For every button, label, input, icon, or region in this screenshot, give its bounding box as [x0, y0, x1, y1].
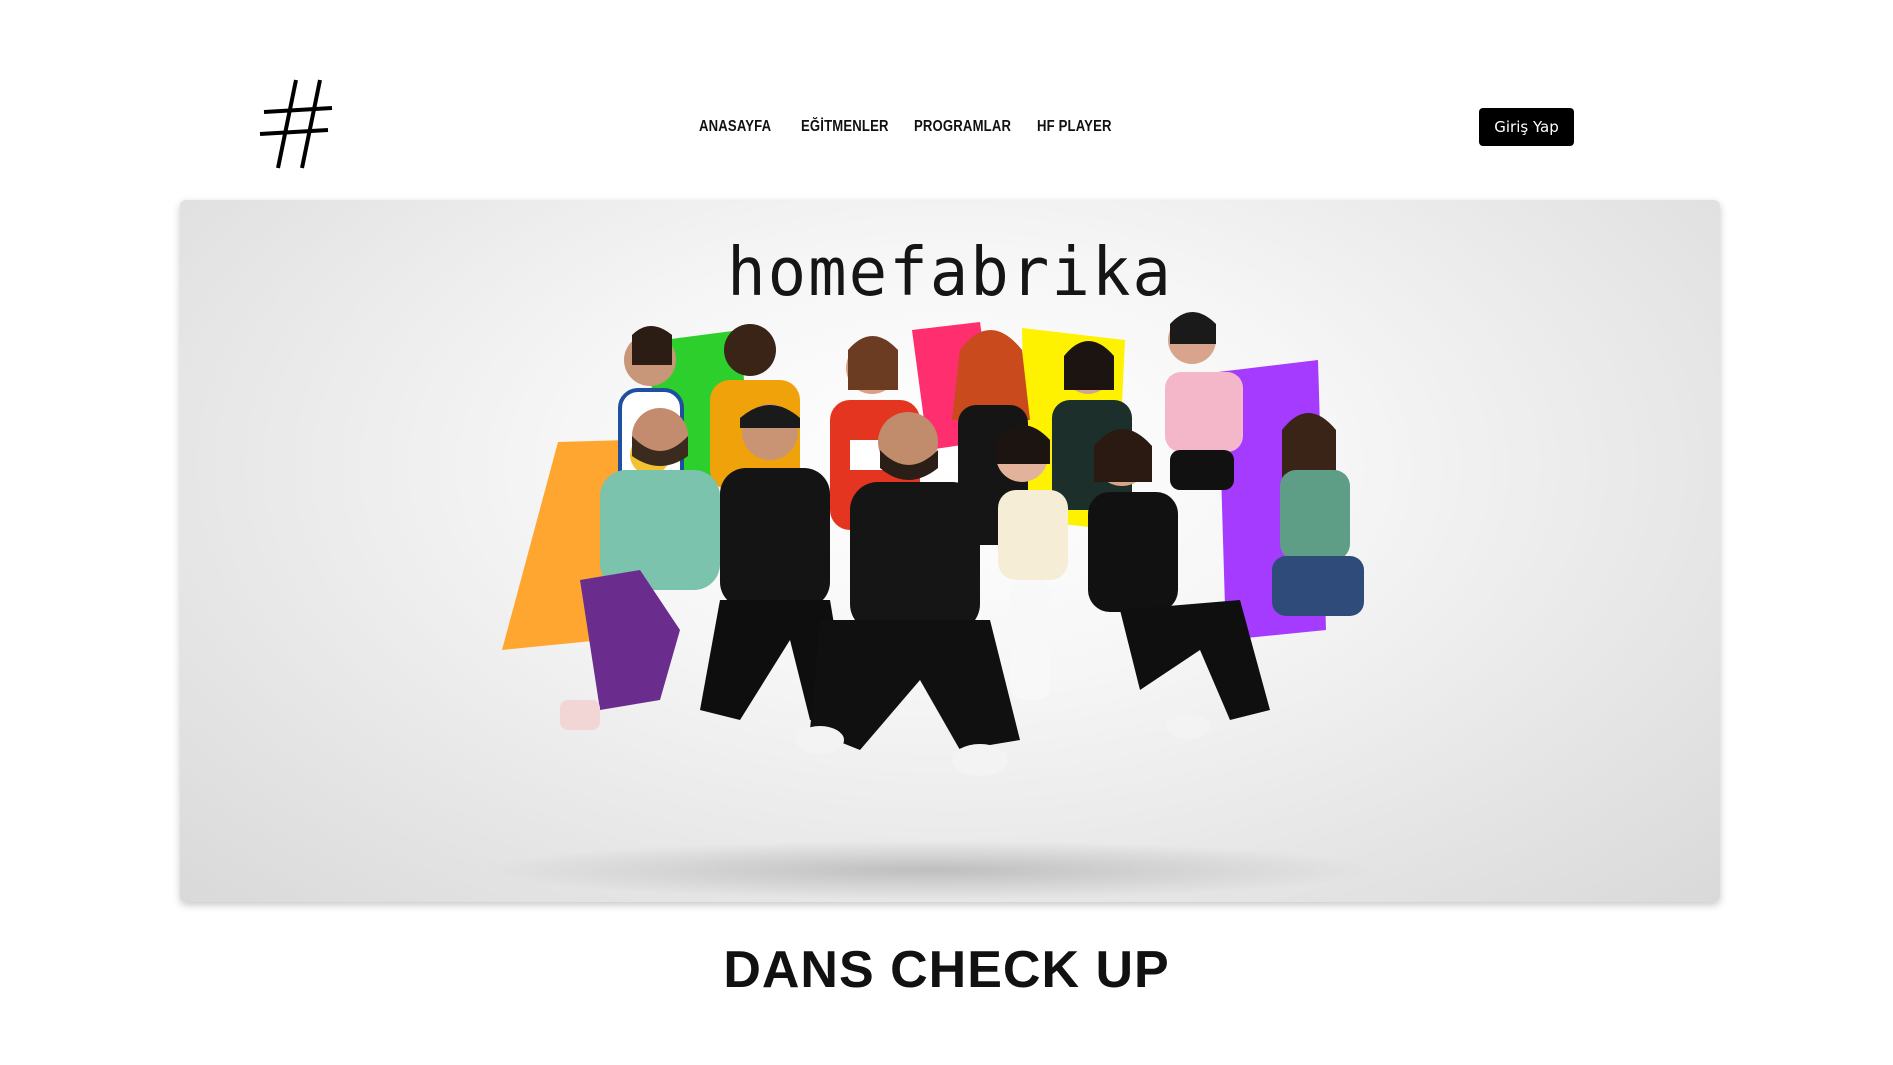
- nav-item-anasayfa[interactable]: ANASAYFA: [699, 118, 771, 136]
- dancer-back-7: [1272, 413, 1364, 616]
- dancers-group-image: [560, 312, 1364, 776]
- section-title: DANS CHECK UP: [723, 941, 1170, 999]
- hash-logo-icon[interactable]: [258, 78, 338, 170]
- dancer-back-2: [710, 324, 800, 490]
- hero-banner: homefabrika: [180, 200, 1720, 902]
- nav-item-programlar[interactable]: PROGRAMLAR: [914, 118, 1011, 136]
- nav-item-hf-player[interactable]: HF PLAYER: [1037, 118, 1112, 136]
- login-button[interactable]: Giriş Yap: [1479, 108, 1574, 146]
- page: ANASAYFA EĞİTMENLER PROGRAMLAR HF PLAYER…: [0, 0, 1893, 1065]
- dancer-back-6: [1165, 312, 1243, 490]
- dancer-front-1: [560, 408, 720, 730]
- nav-item-egitmenler[interactable]: EĞİTMENLER: [801, 118, 889, 136]
